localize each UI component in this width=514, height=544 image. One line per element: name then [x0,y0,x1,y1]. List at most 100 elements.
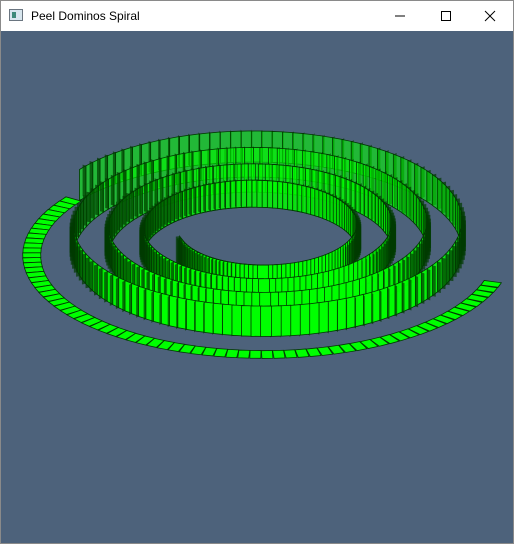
domino-side [235,178,237,208]
domino-side [98,267,103,300]
domino-face [22,247,42,254]
domino [283,349,298,359]
domino [445,248,451,286]
domino-side [110,174,115,206]
domino-side [229,179,231,209]
domino-side [82,164,86,197]
minimize-button[interactable] [377,1,423,31]
domino-side [89,260,94,292]
domino-side [208,182,211,211]
title-bar[interactable]: Peel Dominos Spiral [1,1,513,31]
domino [237,349,251,359]
domino-side [99,181,104,213]
domino-side [185,299,187,332]
window-title: Peel Dominos Spiral [31,9,140,23]
domino-side [445,253,450,286]
domino-side [198,184,201,213]
domino [431,260,438,297]
domino-face [272,349,286,359]
app-window: Peel Dominos Spiral [0,0,514,544]
domino-face [23,242,43,249]
domino-side [163,197,168,226]
domino [378,286,388,322]
domino [414,271,422,308]
domino [393,280,403,317]
domino-side [85,257,90,289]
domino [386,283,396,320]
domino [362,291,373,327]
domino [401,277,410,314]
domino-side [193,185,196,215]
domino [213,348,229,358]
domino [22,252,42,259]
close-button[interactable] [467,1,513,31]
domino [426,264,433,301]
domino-side [115,277,119,310]
domino-side [449,249,454,282]
render-viewport[interactable] [1,31,513,543]
domino-side [203,183,206,212]
domino-side [179,190,183,219]
domino-side [221,304,223,337]
domino-side [90,188,95,219]
domino-side [93,264,98,296]
domino [420,267,428,304]
domino-side [224,179,226,209]
domino-face [326,299,338,333]
domino [22,247,42,254]
domino [260,305,273,339]
domino [260,350,274,359]
domino-side [203,302,205,335]
domino-side [116,171,120,203]
domino-side [86,191,91,223]
app-icon [9,9,23,21]
domino-side [154,178,158,208]
maximize-icon [441,11,451,21]
domino-side [218,180,221,210]
minimize-icon [395,15,405,17]
domino-side [136,286,139,318]
domino-side [104,271,108,303]
domino-side [144,182,148,213]
domino [441,252,447,290]
domino-face [22,252,42,259]
domino-side [129,283,132,315]
domino-spiral-scene [22,129,503,359]
domino-side [122,280,126,313]
domino-side [159,293,162,326]
domino [225,348,240,359]
domino [370,289,381,325]
domino-side [176,297,178,330]
domino [436,256,443,294]
domino-side [175,191,179,220]
domino-side [184,188,187,217]
domino-face [260,305,273,337]
domino-side [123,169,127,201]
domino-face [260,350,274,359]
domino [272,349,286,359]
domino [344,295,356,331]
domino-side [151,291,154,323]
domino-side [134,187,138,218]
domino-side [105,178,109,209]
domino-side [213,181,216,211]
domino-side [126,192,130,223]
domino [23,242,43,249]
domino-side [246,178,247,208]
domino-face [237,349,251,359]
domino [449,244,454,282]
maximize-button[interactable] [423,1,469,31]
domino [249,350,262,359]
domino-face [213,348,229,358]
domino-side [109,274,113,306]
domino [79,164,87,202]
domino-face [283,349,298,359]
close-icon [484,10,496,22]
domino-side [171,193,175,222]
domino [353,293,364,329]
domino-side [139,185,143,215]
domino-side [143,288,146,321]
domino-side [240,178,242,208]
domino [335,297,347,333]
domino-side [95,184,99,216]
